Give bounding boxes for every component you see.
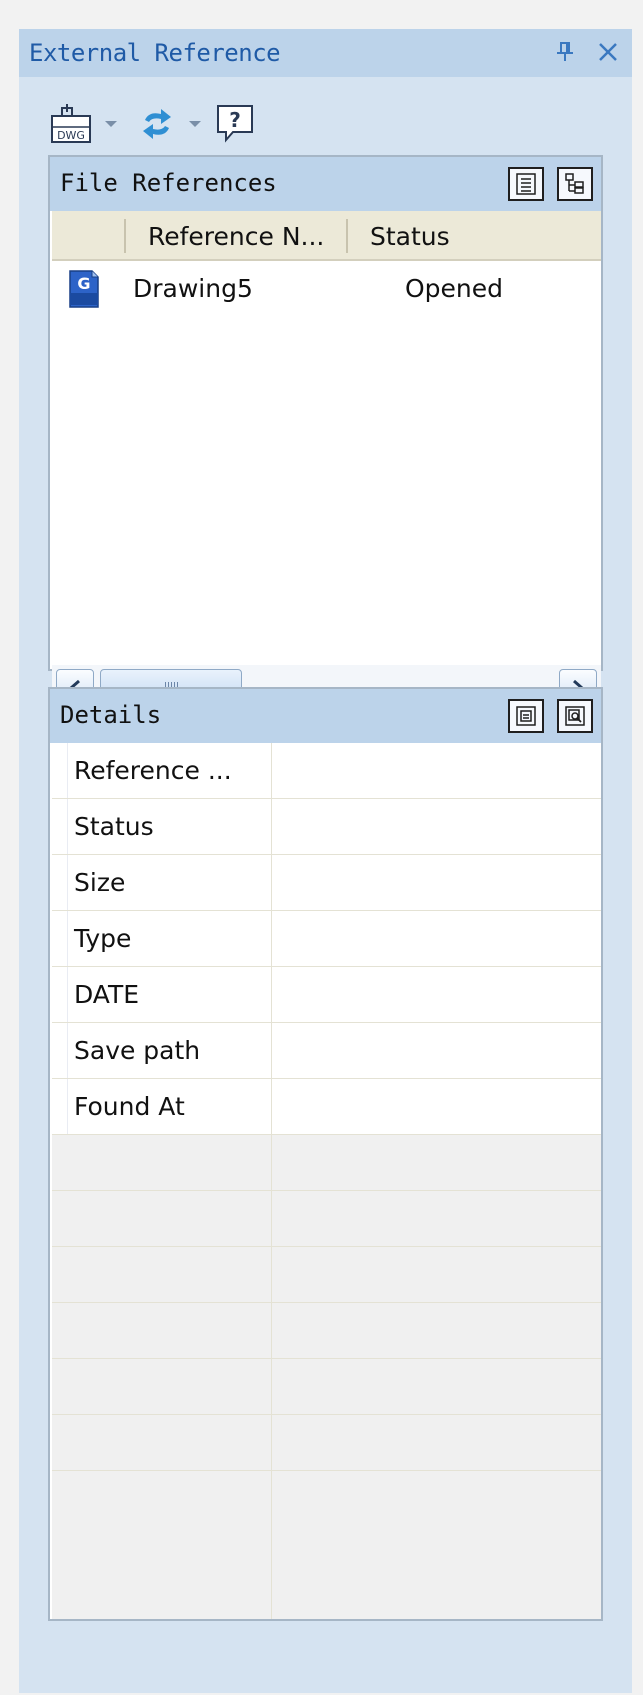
reference-row[interactable]: G Drawing5 Opened [52, 263, 601, 315]
file-references-section: File References Reference N... Status G … [48, 155, 603, 711]
reference-list-header: Reference N... Status [52, 211, 601, 261]
palette-title-bar[interactable]: External Reference [19, 29, 632, 77]
property-divider [271, 1471, 272, 1619]
file-references-title: File References [60, 169, 277, 197]
empty-row [52, 1471, 601, 1619]
column-status[interactable]: Status [370, 222, 450, 251]
attach-dropdown-button[interactable] [103, 99, 119, 149]
dwg-file-icon: G [64, 269, 104, 313]
details-section: Details Reference ... Status Size Type D… [48, 687, 603, 1621]
property-name: Size [67, 855, 271, 910]
property-divider [271, 743, 272, 799]
property-divider [271, 1135, 272, 1191]
details-header: Details [50, 689, 601, 743]
toolbar: DWG ? [49, 99, 349, 149]
property-divider [271, 1247, 272, 1303]
property-name: Status [67, 799, 271, 854]
property-row[interactable]: Status [52, 799, 601, 855]
property-divider [271, 1303, 272, 1359]
attach-dwg-icon[interactable]: DWG [49, 99, 93, 149]
empty-row [52, 1303, 601, 1359]
column-separator [346, 219, 348, 253]
details-view-icon[interactable] [508, 699, 544, 733]
empty-row [52, 1359, 601, 1415]
attach-dwg-icon-text: DWG [57, 129, 85, 142]
property-row[interactable]: DATE [52, 967, 601, 1023]
reference-name-cell: Drawing5 [133, 274, 253, 303]
property-divider [271, 1359, 272, 1415]
property-name: Save path [67, 1023, 271, 1078]
property-name: Found At [67, 1079, 271, 1134]
property-row[interactable]: Reference ... [52, 743, 601, 799]
tree-view-icon[interactable] [557, 167, 593, 201]
property-name: DATE [67, 967, 271, 1022]
chevron-down-icon [189, 121, 201, 127]
property-row[interactable]: Size [52, 855, 601, 911]
property-divider [271, 1023, 272, 1079]
column-separator [124, 219, 126, 253]
pin-icon[interactable] [551, 37, 579, 67]
close-icon[interactable] [594, 37, 622, 67]
property-divider [271, 1079, 272, 1135]
refresh-icon[interactable] [135, 99, 179, 149]
property-name: Type [67, 911, 271, 966]
details-title: Details [60, 701, 162, 729]
list-view-icon[interactable] [508, 167, 544, 201]
empty-row [52, 1247, 601, 1303]
external-reference-palette: External Reference DWG ? File References… [19, 29, 632, 1693]
refresh-dropdown-button[interactable] [187, 99, 203, 149]
property-divider [271, 1415, 272, 1471]
empty-row [52, 1415, 601, 1471]
property-divider [271, 967, 272, 1023]
property-row[interactable]: Type [52, 911, 601, 967]
property-divider [271, 1191, 272, 1247]
property-name: Reference ... [67, 743, 271, 798]
palette-title: External Reference [29, 39, 281, 67]
reference-status-cell: Opened [405, 274, 504, 303]
help-icon[interactable]: ? [213, 99, 257, 149]
property-divider [271, 855, 272, 911]
preview-icon[interactable] [557, 699, 593, 733]
svg-text:G: G [77, 274, 90, 293]
property-divider [271, 911, 272, 967]
column-reference-name[interactable]: Reference N... [148, 222, 324, 251]
property-divider [271, 799, 272, 855]
property-row[interactable]: Save path [52, 1023, 601, 1079]
help-icon-glyph: ? [229, 108, 241, 132]
empty-row [52, 1135, 601, 1191]
empty-row [52, 1191, 601, 1247]
chevron-down-icon [105, 121, 117, 127]
property-row[interactable]: Found At [52, 1079, 601, 1135]
file-references-header: File References [50, 157, 601, 211]
